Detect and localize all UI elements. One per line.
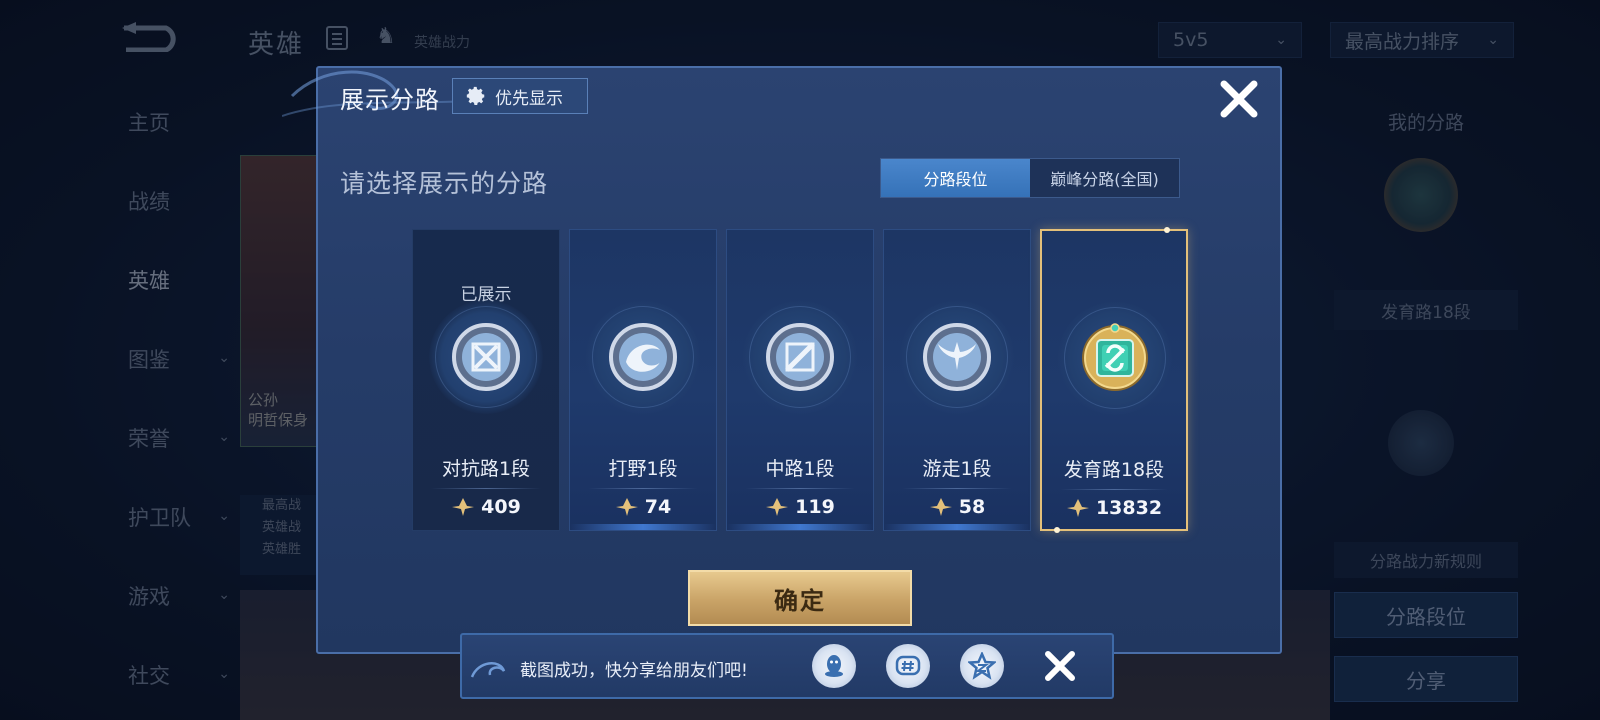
share-qzone-button[interactable] xyxy=(960,644,1004,688)
qzone-star-icon xyxy=(968,652,996,680)
power-icon xyxy=(615,498,638,516)
lane-power: 74 xyxy=(570,496,716,518)
divider xyxy=(902,488,1012,489)
lane-card-farm[interactable]: 发育路18段 13832 xyxy=(1040,227,1188,533)
corner-dot xyxy=(1054,527,1060,533)
card-glow xyxy=(884,524,1030,530)
share-qq-button[interactable] xyxy=(812,644,856,688)
dialog-title: 展示分路 xyxy=(340,86,440,114)
lane-power: 58 xyxy=(884,496,1030,518)
corner-dot xyxy=(1164,227,1170,233)
lane-card-mid[interactable]: 中路1段 119 xyxy=(726,229,874,531)
lane-card-jungle[interactable]: 打野1段 74 xyxy=(569,229,717,531)
lane-power-value: 13832 xyxy=(1095,497,1163,519)
share-topic-button[interactable] xyxy=(886,644,930,688)
close-share-bar-button[interactable] xyxy=(1040,646,1080,686)
close-icon xyxy=(1220,80,1258,118)
lane-power-value: 119 xyxy=(795,496,835,518)
power-icon xyxy=(766,498,789,516)
lane-card-roam[interactable]: 游走1段 58 xyxy=(883,229,1031,531)
priority-display-button[interactable]: 优先显示 xyxy=(452,78,588,114)
lane-power: 119 xyxy=(727,496,873,518)
gear-icon xyxy=(466,86,485,105)
divider xyxy=(1060,489,1168,490)
power-icon xyxy=(929,498,952,516)
close-icon xyxy=(1045,651,1075,681)
lane-power: 409 xyxy=(413,496,559,518)
share-message: 截图成功，快分享给朋友们吧! xyxy=(520,661,748,681)
power-icon xyxy=(1066,499,1089,517)
jungle-emblem-icon xyxy=(609,323,677,391)
cloud-swirl-decoration xyxy=(470,662,506,678)
tab-peak-lane[interactable]: 巅峰分路(全国) xyxy=(1030,159,1179,197)
power-icon xyxy=(452,498,475,516)
hashtag-icon xyxy=(895,655,921,676)
roam-emblem-icon xyxy=(923,323,991,391)
tab-lane-rank[interactable]: 分路段位 xyxy=(881,159,1030,197)
lane-name: 中路1段 xyxy=(765,458,835,480)
lane-power-value: 74 xyxy=(644,496,672,518)
farm-lane-emblem-icon xyxy=(1082,323,1148,391)
divider xyxy=(745,488,855,489)
lane-card-clash[interactable]: 已展示 对抗路1段 409 xyxy=(412,229,560,531)
clash-lane-emblem-icon xyxy=(452,323,520,391)
divider xyxy=(588,488,698,489)
lane-name: 游走1段 xyxy=(922,458,992,480)
lane-power-value: 58 xyxy=(958,496,986,518)
lane-name: 对抗路1段 xyxy=(441,458,531,480)
lane-name: 发育路18段 xyxy=(1063,459,1165,481)
close-dialog-button[interactable] xyxy=(1214,74,1264,124)
card-glow xyxy=(570,524,716,530)
lane-power: 13832 xyxy=(1042,497,1186,519)
dialog-subtitle: 请选择展示的分路 xyxy=(340,169,549,198)
qq-icon xyxy=(825,655,843,677)
divider xyxy=(431,488,541,489)
confirm-button[interactable]: 确定 xyxy=(688,570,912,626)
lane-power-value: 409 xyxy=(481,496,521,518)
mid-lane-emblem-icon xyxy=(766,323,834,391)
card-glow xyxy=(727,524,873,530)
lane-tabs: 分路段位 巅峰分路(全国) xyxy=(880,158,1180,198)
lane-name: 打野1段 xyxy=(608,458,678,480)
priority-display-label: 优先显示 xyxy=(495,88,563,109)
